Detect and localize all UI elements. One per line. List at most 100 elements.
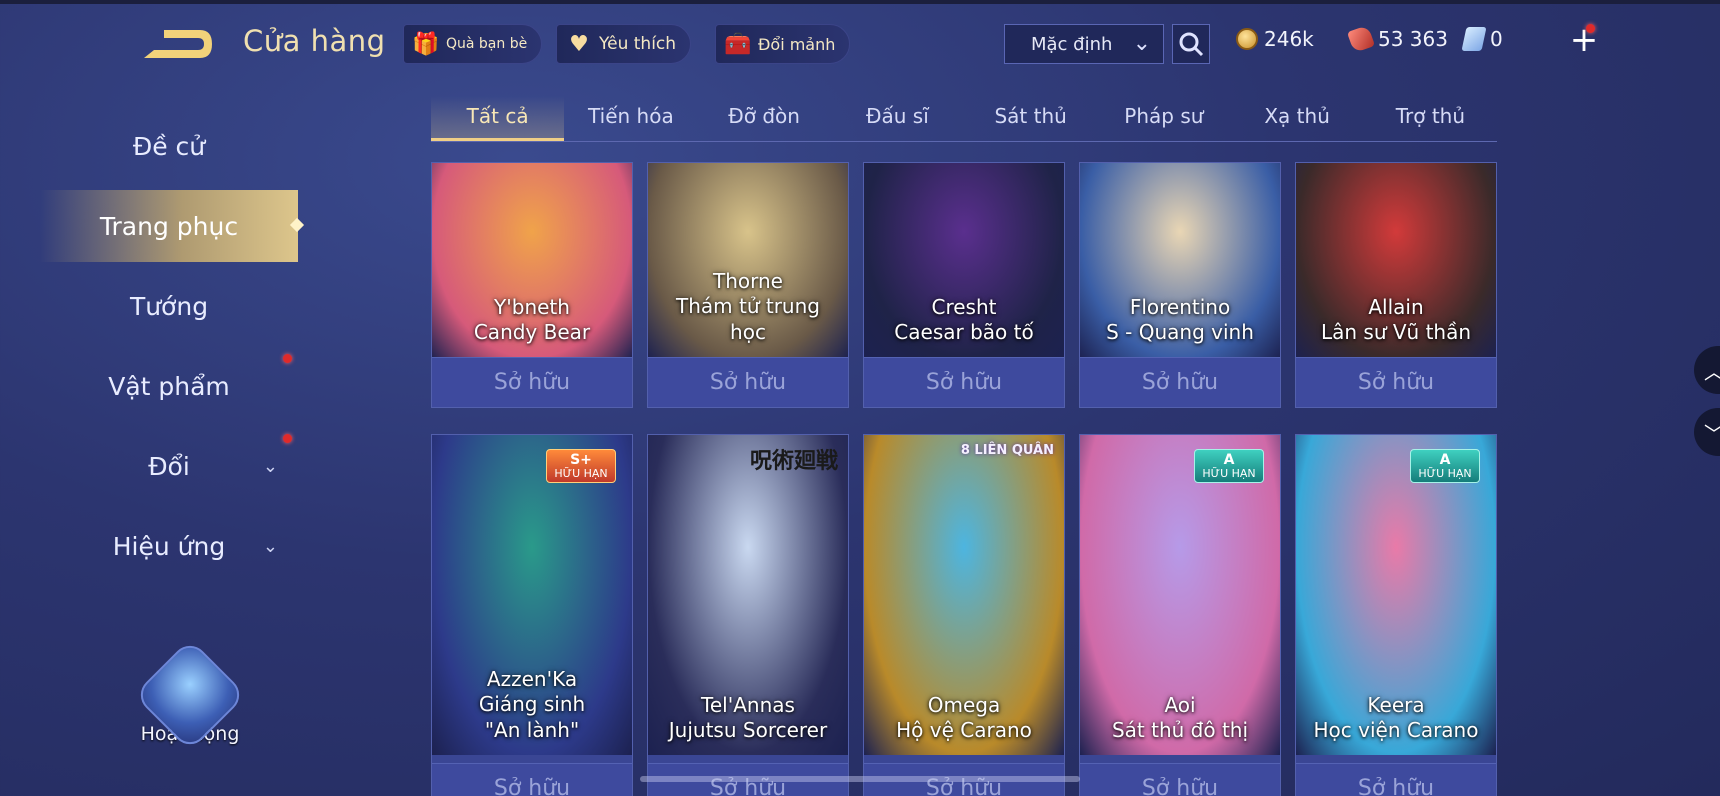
sidebar-item-label: Vật phẩm (108, 371, 230, 401)
gold-coin-icon (1236, 28, 1258, 50)
friend-gift-label: Quà bạn bè (446, 36, 528, 52)
hero-name: Omega (927, 693, 1001, 717)
page-title: Cửa hàng (243, 24, 386, 58)
hero-name: Allain (1368, 295, 1424, 319)
sidebar-item-effects[interactable]: Hiệu ứng ⌄ (40, 510, 298, 582)
sidebar-item-recommended[interactable]: Đề cử (40, 110, 298, 182)
skin-card[interactable]: Y'bneth Candy Bear Sở hữu (431, 162, 633, 408)
activity-button[interactable]: Hoạt động (130, 638, 250, 752)
rank-badge: A HỮU HẠN (1410, 449, 1480, 483)
skin-name: Hộ vệ Carano (896, 718, 1032, 742)
rank-badge-sub: HỮU HẠN (1202, 467, 1256, 480)
owned-status: Sở hữu (648, 357, 848, 407)
chest-icon: 🧰 (724, 31, 752, 57)
skin-name: Thám tử trung học (676, 294, 820, 344)
search-button[interactable] (1172, 24, 1210, 64)
gem-amount: 53 363 (1378, 27, 1448, 51)
owned-status: Sở hữu (432, 763, 632, 796)
chevron-up-icon: ︿ (1704, 356, 1720, 385)
sort-dropdown[interactable]: Mặc định ⌄ (1004, 24, 1164, 64)
skin-card[interactable]: S+ HỮU HẠN Azzen'Ka Giáng sinh "An lành" … (431, 434, 633, 796)
gold-amount: 246k (1264, 27, 1314, 51)
tab-assassin[interactable]: Sát thủ (964, 96, 1097, 141)
sidebar-item-label: Trang phục (99, 211, 239, 241)
horizontal-scrollbar[interactable] (640, 776, 1080, 782)
rank-badge-tier: A (1223, 452, 1235, 468)
chevron-down-icon: ⌄ (262, 455, 278, 477)
sidebar-item-label: Đổi (148, 451, 190, 481)
chevron-down-icon: ﹀ (1704, 418, 1720, 447)
skin-name: Caesar bão tố (894, 320, 1034, 344)
hero-name: Azzen'Ka (486, 667, 578, 691)
sidebar-item-label: Đề cử (132, 131, 206, 161)
owned-status: Sở hữu (1080, 763, 1280, 796)
gold-balance: 246k (1236, 27, 1314, 51)
owned-status: Sở hữu (1080, 357, 1280, 407)
hero-name: Aoi (1164, 693, 1196, 717)
favorites-label: Yêu thích (599, 34, 677, 54)
skin-card[interactable]: A HỮU HẠN Aoi Sát thủ đô thị Sở hữu (1079, 434, 1281, 796)
chevron-down-icon: ⌄ (262, 535, 278, 557)
skin-card[interactable]: Florentino S - Quang vinh Sở hữu (1079, 162, 1281, 408)
tab-evolution[interactable]: Tiến hóa (564, 96, 697, 141)
skin-card[interactable]: Allain Lân sư Vũ thần Sở hữu (1295, 162, 1497, 408)
category-tabs: Tất cả Tiến hóa Đỡ đòn Đấu sĩ Sát thủ Ph… (431, 96, 1497, 142)
tab-mage[interactable]: Pháp sư (1097, 96, 1230, 141)
skin-card[interactable]: A HỮU HẠN Keera Học viện Carano Sở hữu (1295, 434, 1497, 796)
hero-name: Tel'Annas (701, 693, 795, 717)
voucher-icon (1461, 27, 1487, 51)
tab-marksman[interactable]: Xạ thủ (1231, 96, 1364, 141)
skin-name: Học viện Carano (1313, 718, 1479, 742)
sidebar-item-heroes[interactable]: Tướng (40, 270, 298, 342)
rank-badge: S+ HỮU HẠN (546, 449, 616, 483)
tab-tank[interactable]: Đỡ đòn (698, 96, 831, 141)
top-up-button[interactable]: + (1566, 22, 1602, 58)
skin-name: Jujutsu Sorcerer (668, 718, 828, 742)
favorites-button[interactable]: ♥ Yêu thích (556, 24, 692, 64)
skin-name: S - Quang vinh (1106, 320, 1254, 344)
tab-fighter[interactable]: Đấu sĩ (831, 96, 964, 141)
skin-card[interactable]: 8 LIÊN QUÂN Omega Hộ vệ Carano Sở hữu (863, 434, 1065, 796)
sidebar-item-exchange[interactable]: Đổi ⌄ (40, 430, 298, 502)
skin-name: Lân sư Vũ thần (1320, 320, 1472, 344)
hero-name: Keera (1367, 693, 1425, 717)
ruby-icon (1346, 24, 1376, 54)
notification-dot (283, 354, 292, 363)
top-edge (0, 0, 1720, 4)
heart-icon: ♥ (569, 31, 589, 57)
skin-name: Candy Bear (473, 320, 591, 344)
hero-name: Cresht (931, 295, 997, 319)
rank-badge: A HỮU HẠN (1194, 449, 1264, 483)
exchange-fragments-button[interactable]: 🧰 Đổi mảnh (715, 24, 851, 64)
gem-balance: 53 363 (1346, 24, 1448, 54)
sidebar-item-label: Hiệu ứng (112, 531, 226, 561)
voucher-amount: 0 (1490, 27, 1503, 51)
rank-badge-tier: S+ (570, 452, 592, 468)
anniversary-logo: 8 LIÊN QUÂN (960, 443, 1054, 458)
exchange-fragments-label: Đổi mảnh (758, 34, 836, 54)
tab-support[interactable]: Trợ thủ (1364, 96, 1497, 141)
search-icon (1179, 32, 1204, 57)
skin-card[interactable]: Cresht Caesar bão tố Sở hữu (863, 162, 1065, 408)
voucher-balance: 0 (1461, 27, 1503, 51)
scroll-down-button[interactable]: ﹀ (1694, 408, 1720, 456)
gift-icon: 🎁 (412, 31, 440, 57)
skin-card[interactable]: Thorne Thám tử trung học Sở hữu (647, 162, 849, 408)
rank-badge-sub: HỮU HẠN (554, 467, 608, 480)
scroll-up-button[interactable]: ︿ (1694, 346, 1720, 394)
owned-status: Sở hữu (1296, 763, 1496, 796)
sort-value: Mặc định (1031, 33, 1113, 55)
tab-all[interactable]: Tất cả (431, 96, 565, 141)
notification-dot (1586, 24, 1595, 33)
rank-badge-sub: HỮU HẠN (1418, 467, 1472, 480)
friend-gift-button[interactable]: 🎁 Quà bạn bè (403, 24, 543, 64)
skin-name: Giáng sinh "An lành" (478, 692, 586, 742)
back-arrow-icon (144, 30, 212, 58)
sidebar-item-items[interactable]: Vật phẩm (40, 350, 298, 422)
skin-card[interactable]: 呪術廻戦 Tel'Annas Jujutsu Sorcerer Sở hữu (647, 434, 849, 796)
back-button[interactable] (140, 20, 216, 64)
hero-name: Thorne (713, 269, 783, 293)
sidebar-item-skins[interactable]: Trang phục (40, 190, 298, 262)
rank-badge-tier: A (1439, 452, 1451, 468)
owned-status: Sở hữu (432, 357, 632, 407)
